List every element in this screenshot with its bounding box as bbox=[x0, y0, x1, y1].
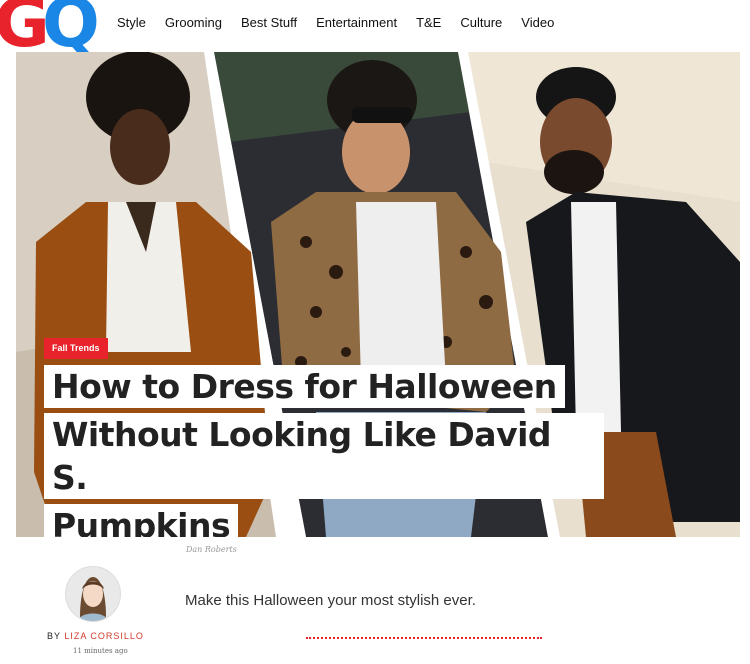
timestamp: 11 minutes ago bbox=[73, 647, 128, 655]
hero-image[interactable]: Fall Trends How to Dress for Halloween W… bbox=[16, 52, 740, 537]
article-headline[interactable]: How to Dress for Halloween Without Looki… bbox=[44, 365, 604, 537]
photo-credit: Dan Roberts bbox=[186, 545, 237, 554]
logo-q: Q bbox=[42, 0, 100, 52]
category-tag[interactable]: Fall Trends bbox=[44, 338, 108, 359]
nav-item-grooming[interactable]: Grooming bbox=[165, 15, 222, 30]
nav-item-entertainment[interactable]: Entertainment bbox=[316, 15, 397, 30]
dotted-divider bbox=[306, 637, 542, 639]
nav-item-video[interactable]: Video bbox=[521, 15, 554, 30]
nav-item-best-stuff[interactable]: Best Stuff bbox=[241, 15, 297, 30]
headline-line-2: Without Looking Like David S. bbox=[44, 413, 604, 499]
site-header: G Q Style Grooming Best Stuff Entertainm… bbox=[0, 0, 750, 52]
author-name[interactable]: LIZA CORSILLO bbox=[64, 631, 144, 641]
author-avatar[interactable] bbox=[65, 566, 121, 622]
headline-line-1: How to Dress for Halloween bbox=[44, 365, 565, 408]
byline: BY LIZA CORSILLO bbox=[47, 631, 144, 641]
gq-logo[interactable]: G Q bbox=[0, 0, 102, 52]
nav-item-culture[interactable]: Culture bbox=[460, 15, 502, 30]
byline-prefix: BY bbox=[47, 631, 61, 641]
nav-item-te[interactable]: T&E bbox=[416, 15, 441, 30]
headline-line-3: Pumpkins bbox=[44, 504, 239, 537]
nav-item-style[interactable]: Style bbox=[117, 15, 146, 30]
article-dek: Make this Halloween your most stylish ev… bbox=[185, 592, 476, 609]
main-nav: Style Grooming Best Stuff Entertainment … bbox=[117, 15, 573, 30]
